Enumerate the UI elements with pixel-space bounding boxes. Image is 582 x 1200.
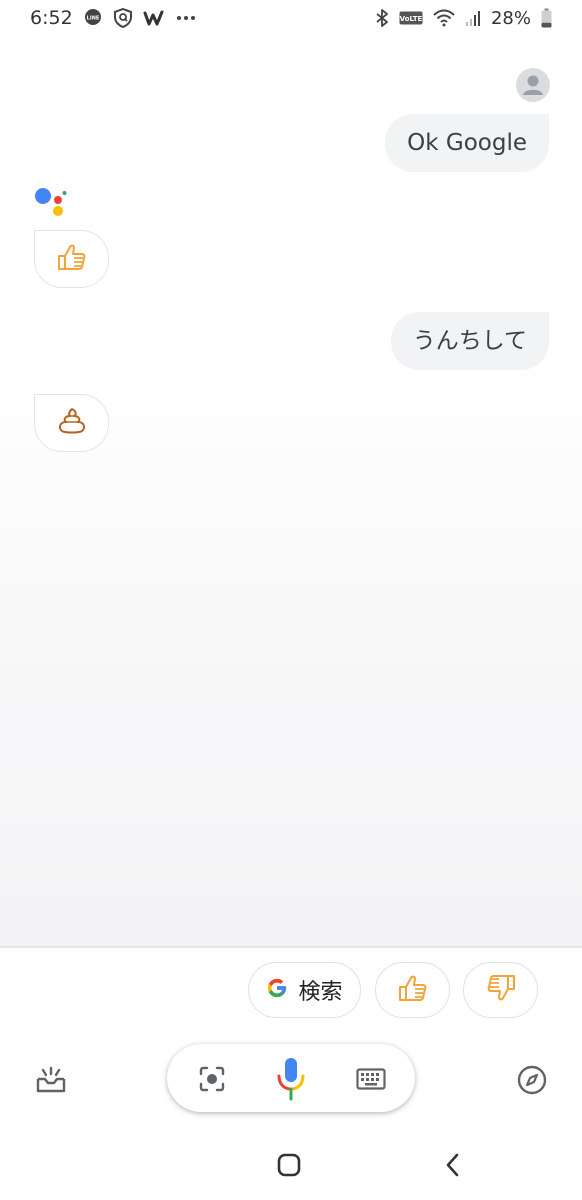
google-search-chip[interactable]: 検索: [248, 962, 361, 1018]
lens-icon[interactable]: [197, 1064, 227, 1094]
explore-compass-icon[interactable]: [514, 1062, 550, 1098]
action-bar: [0, 1040, 582, 1120]
updates-tray-icon[interactable]: [33, 1062, 69, 1098]
poop-icon: [57, 407, 87, 439]
thumbs-up-icon: [56, 243, 88, 275]
more-dots-icon: [175, 8, 197, 28]
vpn-shield-icon: [113, 8, 133, 28]
w-app-icon: [143, 8, 165, 28]
battery-percent: 28%: [490, 7, 531, 29]
status-time: 6:52: [30, 7, 73, 29]
search-chip-label: 検索: [298, 980, 343, 1005]
home-button[interactable]: [274, 1150, 304, 1180]
user-message-bubble: Ok Google: [385, 114, 549, 172]
keyboard-icon[interactable]: [355, 1066, 387, 1092]
user-message-bubble: うんちして: [390, 312, 549, 370]
wifi-icon: [433, 9, 455, 27]
svg-text:LINE: LINE: [86, 16, 99, 22]
line-icon: LINE: [83, 8, 103, 28]
thumbs-down-chip[interactable]: [463, 962, 538, 1018]
thumbs-down-icon: [485, 974, 517, 1006]
volte-icon: VoLTE: [399, 10, 423, 26]
battery-icon: [541, 8, 552, 28]
navigation-bar: [0, 1130, 582, 1200]
thumbs-up-icon: [397, 974, 429, 1006]
signal-icon: [465, 9, 481, 27]
bluetooth-icon: [375, 8, 389, 28]
status-right: VoLTE 28%: [375, 8, 552, 29]
mic-icon[interactable]: [275, 1056, 307, 1102]
thumbs-up-chip[interactable]: [375, 962, 450, 1018]
user-avatar[interactable]: [516, 68, 550, 102]
status-bar: 6:52 LINE VoLTE 28%: [0, 0, 582, 36]
volte-label: VoLTE: [400, 15, 423, 23]
assistant-message-bubble: [34, 394, 109, 452]
conversation-area: Ok Google うんちして: [0, 36, 582, 946]
status-left: 6:52 LINE: [30, 7, 197, 29]
google-g-icon: [266, 977, 288, 1003]
assistant-message-bubble: [34, 230, 109, 288]
divider: [0, 946, 582, 948]
assistant-input-pill: [167, 1044, 415, 1112]
back-button[interactable]: [438, 1150, 468, 1180]
suggestion-chips: 検索: [0, 960, 582, 1020]
google-assistant-logo-icon: [34, 186, 70, 218]
